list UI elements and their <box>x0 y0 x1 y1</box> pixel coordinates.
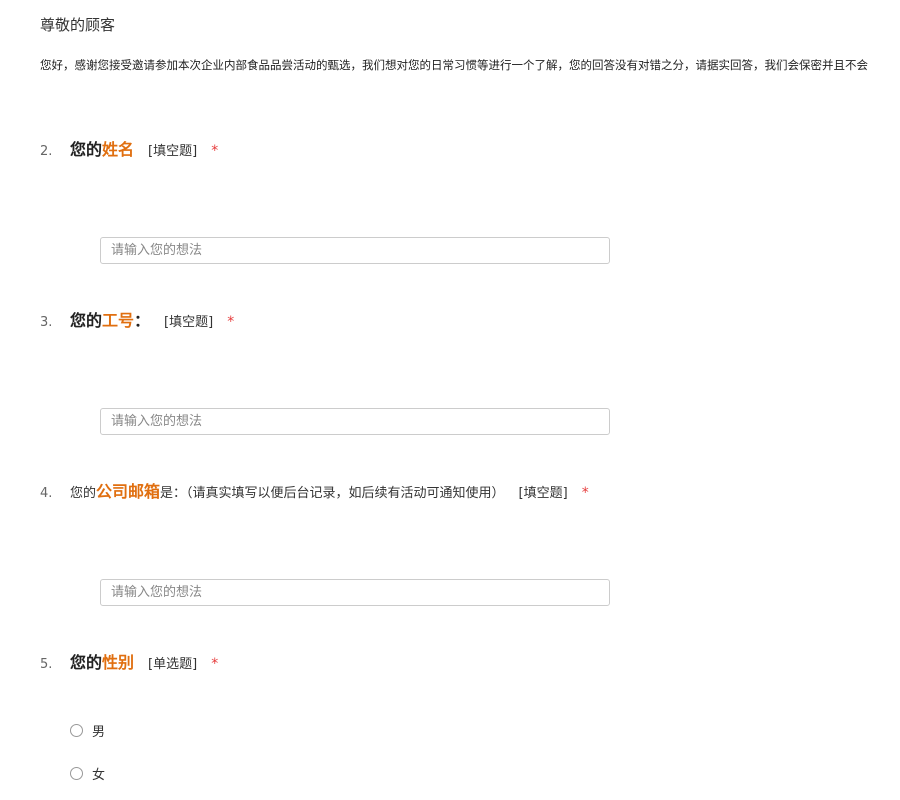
question-3-title: 3. 您的 工号 ： [填空题] * <box>40 307 234 331</box>
question-text-highlight: 性别 <box>102 653 135 672</box>
question-5-title: 5. 您的 性别 [单选题] * <box>40 649 218 673</box>
required-mark: * <box>211 143 219 159</box>
question-text-highlight: 公司邮箱 <box>96 482 161 501</box>
radio-option-label: 男 <box>92 725 106 740</box>
survey-greeting: 尊敬的顾客 <box>40 16 116 34</box>
required-mark: * <box>211 656 219 672</box>
required-mark: * <box>227 314 235 330</box>
question-number: 2. <box>40 144 53 159</box>
question-type: [填空题] <box>518 486 568 501</box>
name-input[interactable] <box>100 237 610 264</box>
gender-option-female[interactable]: 女 <box>70 764 105 783</box>
survey-intro: 您好，感谢您接受邀请参加本次企业内部食品品尝活动的甄选，我们想对您的日常习惯等进… <box>40 58 868 72</box>
question-type: [填空题] <box>148 144 198 159</box>
radio-unchecked-icon[interactable] <box>70 767 83 780</box>
question-number: 3. <box>40 315 53 330</box>
question-text-highlight: 工号 <box>102 311 135 330</box>
question-text-prefix: 您的 <box>70 311 103 330</box>
question-text-highlight: 姓名 <box>102 140 135 159</box>
question-number: 4. <box>40 486 53 501</box>
question-text-prefix: 您的 <box>70 653 103 672</box>
company-email-input[interactable] <box>100 579 610 606</box>
question-text-suffix: 是：（请真实填写以便后台记录，如后续有活动可通知使用） <box>160 486 505 501</box>
required-mark: * <box>581 485 589 501</box>
question-2-title: 2. 您的 姓名 [填空题] * <box>40 136 218 160</box>
question-type: [单选题] <box>148 657 198 672</box>
question-text-prefix: 您的 <box>70 140 103 159</box>
question-text-suffix: ： <box>134 311 151 330</box>
gender-option-male[interactable]: 男 <box>70 721 105 740</box>
radio-option-label: 女 <box>92 768 106 783</box>
question-4-title: 4. 您的 公司邮箱 是：（请真实填写以便后台记录，如后续有活动可通知使用） [… <box>40 478 589 502</box>
radio-unchecked-icon[interactable] <box>70 724 83 737</box>
employee-id-input[interactable] <box>100 408 610 435</box>
question-number: 5. <box>40 657 53 672</box>
question-text-prefix: 您的 <box>70 486 97 501</box>
question-type: [填空题] <box>164 315 214 330</box>
